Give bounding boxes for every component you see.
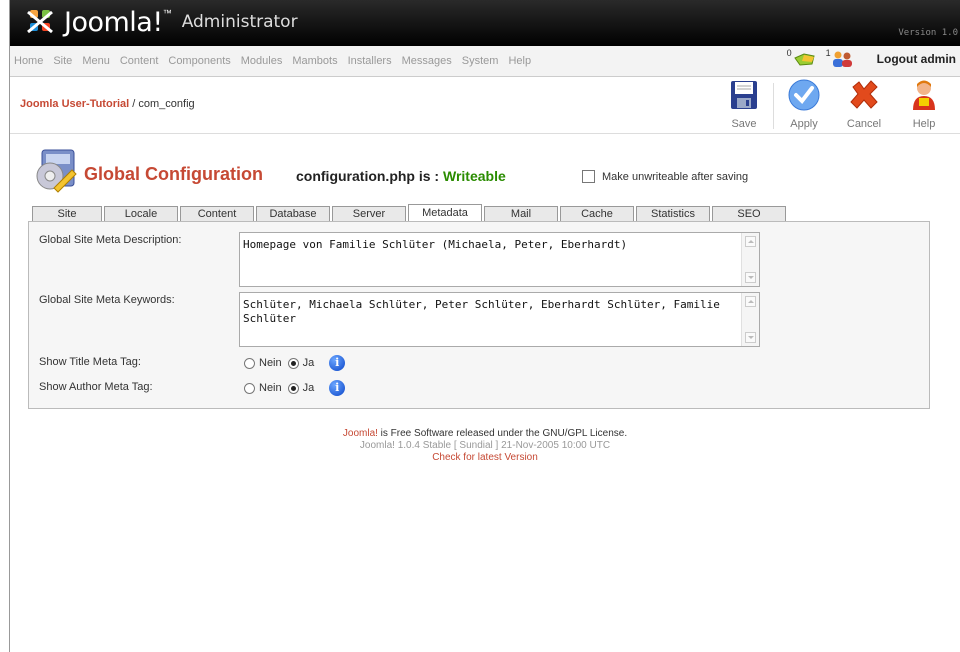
menu-item-menu[interactable]: Menu [82, 55, 110, 67]
floppy-disk-icon [731, 81, 757, 109]
menu-item-messages[interactable]: Messages [402, 55, 452, 67]
version-label: Version 1.0 [898, 28, 958, 38]
apply-button[interactable]: Apply [773, 79, 832, 130]
scroll-down-arrow-icon[interactable] [745, 272, 756, 283]
help-button[interactable]: Help [896, 79, 952, 130]
show-title-label: Show Title Meta Tag: [39, 356, 141, 368]
show-title-no-label: Nein [259, 357, 282, 369]
make-unwriteable-option[interactable]: Make unwriteable after saving [582, 170, 748, 183]
tab-site[interactable]: Site [32, 206, 102, 221]
main-menu: Home Site Menu Content Components Module… [14, 55, 541, 67]
menu-item-home[interactable]: Home [14, 55, 43, 67]
checkmark-icon [788, 79, 820, 111]
info-icon[interactable]: i [329, 355, 346, 371]
config-status: configuration.php is : Writeable [296, 168, 506, 184]
show-title-yes-radio[interactable] [287, 357, 299, 369]
tab-cache[interactable]: Cache [560, 206, 634, 221]
page-title: Global Configuration [84, 164, 263, 184]
toolbar-buttons: Save Apply Cancel Help [712, 79, 952, 130]
meta-description-label: Global Site Meta Description: [39, 234, 182, 246]
make-unwriteable-label: Make unwriteable after saving [602, 170, 749, 183]
meta-description-field[interactable]: Homepage von Familie Schlüter (Michaela,… [239, 232, 760, 287]
cancel-label: Cancel [846, 118, 882, 130]
joomla-logo-icon [27, 10, 53, 34]
tab-metadata[interactable]: Metadata [408, 204, 482, 222]
messages-icon[interactable] [792, 50, 818, 68]
menu-item-content[interactable]: Content [120, 55, 159, 67]
tab-server[interactable]: Server [332, 206, 406, 221]
tab-seo[interactable]: SEO [712, 206, 786, 221]
help-label: Help [912, 118, 936, 130]
show-author-label: Show Author Meta Tag: [39, 381, 153, 393]
menu-item-system[interactable]: System [462, 55, 499, 67]
show-author-no-label: Nein [259, 382, 282, 394]
show-author-no-radio[interactable] [244, 382, 255, 394]
administrator-label: Administrator [181, 12, 298, 32]
breadcrumb-page: com_config [138, 98, 195, 110]
save-label: Save [731, 118, 757, 130]
header-bar: Joomla! ™ Administrator Version 1.0 [10, 0, 960, 46]
footer-brand-link[interactable]: Joomla! [343, 428, 378, 439]
meta-keywords-field[interactable]: Schlüter, Michaela Schlüter, Peter Schlü… [239, 292, 760, 347]
license-text: is Free Software released under the GNU/… [377, 428, 628, 439]
show-author-yes-radio[interactable] [287, 382, 299, 394]
meta-keywords-label: Global Site Meta Keywords: [39, 294, 175, 306]
show-title-options: Nein Ja i [244, 355, 346, 371]
user-status-area: 0 1 Logout admin [786, 48, 956, 68]
breadcrumb: Joomla User-Tutorial / com_config [20, 98, 195, 110]
show-author-yes-label: Ja [302, 382, 315, 394]
joomla-logo: Joomla! ™ Administrator [24, 6, 298, 38]
logo-trademark: ™ [162, 8, 172, 18]
logout-link[interactable]: Logout admin [877, 52, 956, 66]
meta-keywords-value: Schlüter, Michaela Schlüter, Peter Schlü… [243, 298, 720, 325]
online-users-icon[interactable] [831, 50, 855, 68]
logo-text: Joomla! [64, 6, 163, 38]
toolbar: Joomla User-Tutorial / com_config Save A… [10, 77, 960, 134]
help-person-icon [913, 80, 935, 110]
scroll-up-arrow-icon[interactable] [745, 296, 756, 307]
menu-item-site[interactable]: Site [53, 55, 72, 67]
meta-keywords-scrollbar[interactable] [741, 293, 759, 346]
tab-mail[interactable]: Mail [484, 206, 558, 221]
breadcrumb-site[interactable]: Joomla User-Tutorial [20, 98, 129, 110]
save-button[interactable]: Save [716, 79, 772, 130]
tab-content[interactable]: Content [180, 206, 254, 221]
cancel-button[interactable]: Cancel [836, 79, 892, 130]
config-status-prefix: configuration.php is : [296, 168, 443, 184]
version-line: Joomla! 1.0.4 Stable [ Sundial ] 21-Nov-… [359, 440, 611, 451]
meta-description-value: Homepage von Familie Schlüter (Michaela,… [243, 238, 628, 251]
tab-locale[interactable]: Locale [104, 206, 178, 221]
menu-item-help[interactable]: Help [508, 55, 531, 67]
scroll-down-arrow-icon[interactable] [745, 332, 756, 343]
info-icon[interactable]: i [329, 380, 346, 396]
menu-item-mambots[interactable]: Mambots [292, 55, 337, 67]
footer: Joomla! is Free Software released under … [10, 428, 960, 464]
meta-description-scrollbar[interactable] [741, 233, 759, 286]
make-unwriteable-checkbox[interactable] [582, 170, 595, 183]
red-x-icon [850, 80, 878, 109]
show-title-yes-label: Ja [302, 357, 315, 369]
metadata-panel: Global Site Meta Description: Homepage v… [28, 221, 930, 409]
config-tabs: Site Locale Content Database Server Meta… [32, 204, 788, 222]
global-config-icon [36, 149, 77, 193]
tab-database[interactable]: Database [256, 206, 330, 221]
main-menu-bar: Home Site Menu Content Components Module… [10, 46, 960, 77]
breadcrumb-separator: / [129, 98, 139, 110]
license-line: Joomla! is Free Software released under … [10, 428, 960, 440]
config-status-value: Writeable [443, 168, 506, 184]
check-version-link[interactable]: Check for latest Version [10, 452, 960, 464]
admin-page: Joomla! ™ Administrator Version 1.0 Home… [10, 0, 960, 652]
show-author-options: Nein Ja i [244, 380, 346, 396]
config-heading: Global Configuration configuration.php i… [30, 148, 930, 194]
online-users-count: 1 [825, 48, 831, 58]
menu-item-modules[interactable]: Modules [241, 55, 283, 67]
menu-item-components[interactable]: Components [168, 55, 230, 67]
tab-statistics[interactable]: Statistics [636, 206, 710, 221]
scroll-up-arrow-icon[interactable] [745, 236, 756, 247]
menu-item-installers[interactable]: Installers [348, 55, 392, 67]
apply-label: Apply [790, 118, 818, 130]
messages-count: 0 [786, 48, 792, 58]
show-title-no-radio[interactable] [244, 357, 255, 369]
